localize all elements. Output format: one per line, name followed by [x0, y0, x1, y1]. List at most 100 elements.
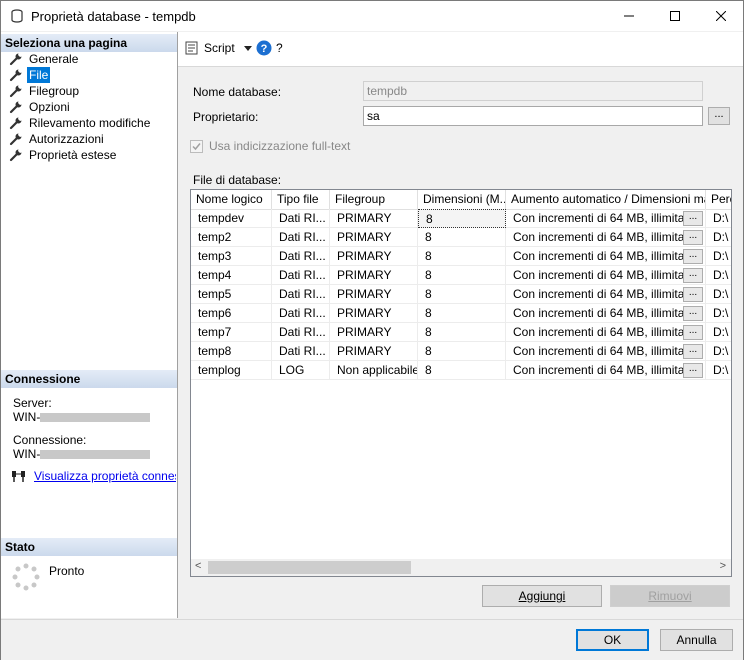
cell-path[interactable]: D:\ — [706, 361, 731, 380]
cell-name[interactable]: templog — [191, 361, 272, 380]
cell-size[interactable]: 8 — [418, 285, 506, 304]
cell-growth[interactable]: Con incrementi di 64 MB, illimitate... — [506, 247, 706, 266]
table-row[interactable]: temp8 Dati RI... PRIMARY 8 Con incrementi di… — [191, 342, 731, 361]
cell-filegroup[interactable]: PRIMARY — [330, 342, 418, 361]
cell-type[interactable]: Dati RI... — [272, 209, 330, 228]
cell-size[interactable]: 8 — [418, 361, 506, 380]
table-row[interactable]: temp4 Dati RI... PRIMARY 8 Con incrementi di… — [191, 266, 731, 285]
growth-browse-button[interactable]: ... — [683, 344, 703, 359]
cell-type[interactable]: Dati RI... — [272, 266, 330, 285]
table-row[interactable]: temp5 Dati RI... PRIMARY 8 Con incrementi di… — [191, 285, 731, 304]
cell-type[interactable]: Dati RI... — [272, 228, 330, 247]
cell-size[interactable]: 8 — [418, 247, 506, 266]
cell-growth[interactable]: Con incrementi di 64 MB, illimitate... — [506, 323, 706, 342]
cell-name[interactable]: tempdev — [191, 209, 272, 228]
cell-type[interactable]: Dati RI... — [272, 342, 330, 361]
column-header[interactable]: Aumento automatico / Dimensioni max — [506, 190, 706, 209]
cell-size[interactable]: 8 — [418, 323, 506, 342]
column-header[interactable]: Perc — [706, 190, 731, 209]
growth-browse-button[interactable]: ... — [683, 268, 703, 283]
cell-filegroup[interactable]: Non applicabile — [330, 361, 418, 380]
cell-size[interactable]: 8 — [418, 209, 506, 228]
cell-filegroup[interactable]: PRIMARY — [330, 285, 418, 304]
cell-name[interactable]: temp2 — [191, 228, 272, 247]
cell-growth[interactable]: Con incrementi di 64 MB, illimitate... — [506, 304, 706, 323]
cell-name[interactable]: temp5 — [191, 285, 272, 304]
minimize-button[interactable] — [606, 1, 652, 31]
column-header[interactable]: Nome logico — [191, 190, 272, 209]
cell-size[interactable]: 8 — [418, 304, 506, 323]
close-button[interactable] — [698, 1, 744, 31]
owner-field[interactable]: sa — [363, 106, 703, 126]
page-item-propriet-estese[interactable]: Proprietà estese — [9, 147, 118, 163]
cell-growth[interactable]: Con incrementi di 64 MB, illimitate... — [506, 285, 706, 304]
cell-size[interactable]: 8 — [418, 342, 506, 361]
help-button[interactable]: ? ? — [256, 40, 283, 56]
maximize-button[interactable] — [652, 1, 698, 31]
growth-browse-button[interactable]: ... — [683, 306, 703, 321]
ok-button[interactable]: OK — [576, 629, 649, 651]
growth-browse-button[interactable]: ... — [683, 230, 703, 245]
script-button[interactable]: Script — [184, 40, 253, 56]
table-row[interactable]: templog LOG Non applicabile 8 Con incrementi… — [191, 361, 731, 380]
cell-path[interactable]: D:\ — [706, 323, 731, 342]
cell-type[interactable]: Dati RI... — [272, 285, 330, 304]
page-item-rilevamento-modifiche[interactable]: Rilevamento modifiche — [9, 115, 152, 131]
cell-path[interactable]: D:\ — [706, 304, 731, 323]
page-item-generale[interactable]: Generale — [9, 51, 80, 67]
cell-path[interactable]: D:\ — [706, 285, 731, 304]
cell-growth[interactable]: Con incrementi di 64 MB, illimitate... — [506, 228, 706, 247]
cell-size[interactable]: 8 — [418, 266, 506, 285]
cell-name[interactable]: temp3 — [191, 247, 272, 266]
table-row[interactable]: temp6 Dati RI... PRIMARY 8 Con incrementi di… — [191, 304, 731, 323]
cell-filegroup[interactable]: PRIMARY — [330, 209, 418, 228]
cell-name[interactable]: temp6 — [191, 304, 272, 323]
cell-type[interactable]: Dati RI... — [272, 323, 330, 342]
cell-filegroup[interactable]: PRIMARY — [330, 266, 418, 285]
fulltext-checkbox[interactable]: Usa indicizzazione full-text — [190, 139, 350, 153]
cell-filegroup[interactable]: PRIMARY — [330, 323, 418, 342]
cell-filegroup[interactable]: PRIMARY — [330, 247, 418, 266]
cell-path[interactable]: D:\ — [706, 342, 731, 361]
cell-type[interactable]: Dati RI... — [272, 304, 330, 323]
cell-growth[interactable]: Con incrementi di 64 MB, illimitate... — [506, 342, 706, 361]
add-button[interactable]: Aggiungi — [482, 585, 602, 607]
table-row[interactable]: temp2 Dati RI... PRIMARY 8 Con incrementi di… — [191, 228, 731, 247]
table-row[interactable]: tempdev Dati RI... PRIMARY 8 Con incrementi … — [191, 209, 731, 228]
page-item-opzioni[interactable]: Opzioni — [9, 99, 72, 115]
cell-path[interactable]: D:\ — [706, 209, 731, 228]
table-row[interactable]: temp3 Dati RI... PRIMARY 8 Con incrementi di… — [191, 247, 731, 266]
scroll-thumb[interactable] — [208, 561, 411, 574]
cell-growth[interactable]: Con incrementi di 64 MB, illimitate... — [506, 209, 706, 228]
page-item-file[interactable]: File — [9, 67, 51, 83]
growth-browse-button[interactable]: ... — [683, 249, 703, 264]
cell-path[interactable]: D:\ — [706, 228, 731, 247]
cell-path[interactable]: D:\ — [706, 247, 731, 266]
column-header[interactable]: Tipo file — [272, 190, 330, 209]
cell-filegroup[interactable]: PRIMARY — [330, 228, 418, 247]
table-row[interactable]: temp7 Dati RI... PRIMARY 8 Con incrementi di… — [191, 323, 731, 342]
page-item-autorizzazioni[interactable]: Autorizzazioni — [9, 131, 106, 147]
growth-browse-button[interactable]: ... — [683, 287, 703, 302]
cell-growth[interactable]: Con incrementi di 64 MB, illimitate... — [506, 361, 706, 380]
column-header[interactable]: Filegroup — [330, 190, 418, 209]
page-item-filegroup[interactable]: Filegroup — [9, 83, 81, 99]
scroll-right-icon[interactable]: > — [720, 560, 726, 572]
cell-type[interactable]: Dati RI... — [272, 247, 330, 266]
cell-size[interactable]: 8 — [418, 228, 506, 247]
growth-browse-button[interactable]: ... — [683, 325, 703, 340]
cell-path[interactable]: D:\ — [706, 266, 731, 285]
horizontal-scrollbar[interactable]: < > — [191, 559, 731, 576]
cancel-button[interactable]: Annulla — [660, 629, 733, 651]
cell-type[interactable]: LOG — [272, 361, 330, 380]
cell-name[interactable]: temp4 — [191, 266, 272, 285]
view-connection-properties-link[interactable]: Visualizza proprietà connessione — [34, 469, 176, 483]
cell-name[interactable]: temp8 — [191, 342, 272, 361]
scroll-left-icon[interactable]: < — [195, 560, 201, 572]
column-header[interactable]: Dimensioni (M... — [418, 190, 506, 209]
growth-browse-button[interactable]: ... — [683, 363, 703, 378]
cell-name[interactable]: temp7 — [191, 323, 272, 342]
cell-growth[interactable]: Con incrementi di 64 MB, illimitate... — [506, 266, 706, 285]
growth-browse-button[interactable]: ... — [683, 211, 703, 226]
owner-browse-button[interactable]: ... — [708, 107, 730, 125]
